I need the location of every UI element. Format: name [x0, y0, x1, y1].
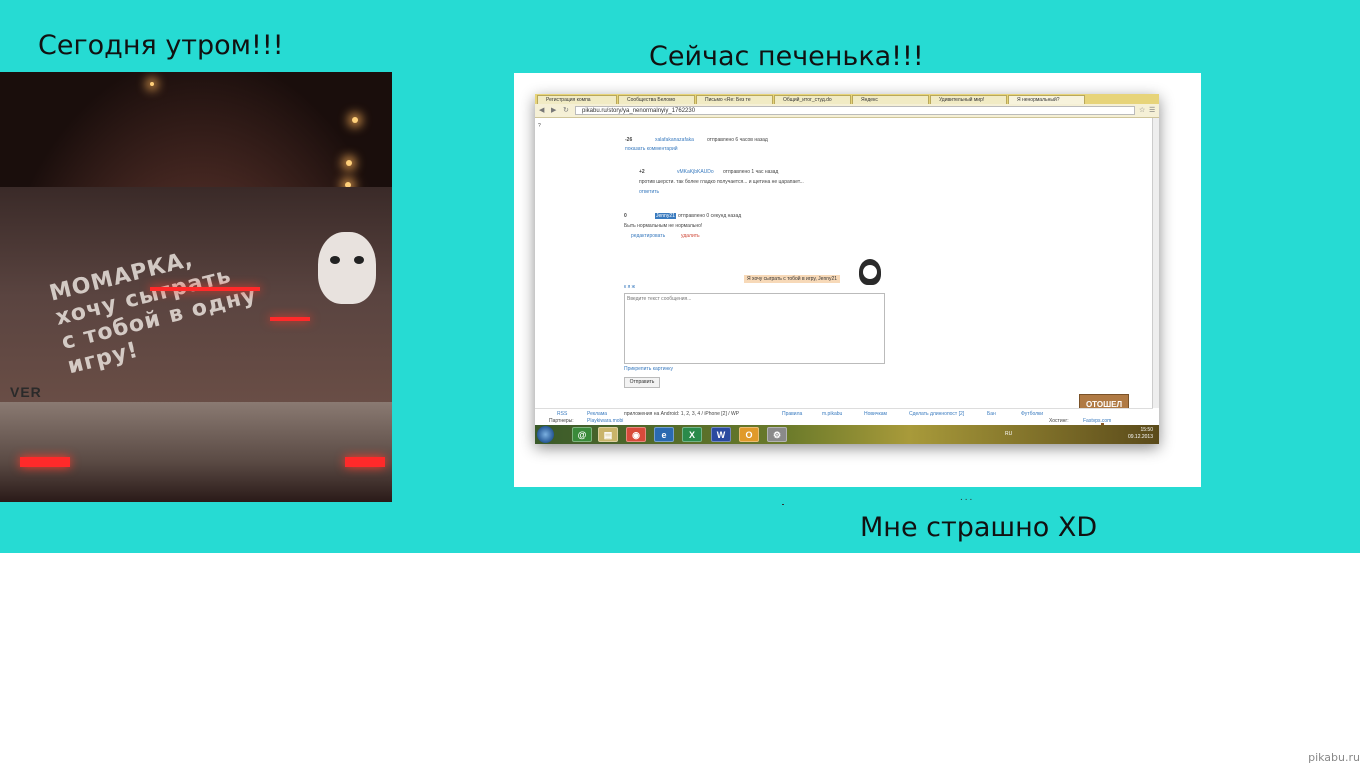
browser-tab[interactable]: Сообщества Беломо [618, 95, 695, 104]
footer-ban-link[interactable]: Бан [987, 411, 996, 417]
message-textarea[interactable]: Введите текст сообщения... [624, 293, 885, 364]
street-light [346, 160, 352, 166]
footer-partners-label: Партнеры: [549, 418, 574, 424]
windows-taskbar: @ ▤ ◉ e X W O ⚙ RU 15:50 09.12.2013 [535, 425, 1159, 444]
dots-mark: ... [960, 492, 975, 503]
url-field[interactable]: pikabu.ru/story/ya_nenormalnyiy_1762230 [575, 106, 1135, 115]
footer-longpost-link[interactable]: Сделать длиннопост [2] [909, 411, 964, 417]
clock-time: 15:50 [1140, 427, 1153, 433]
attach-image-link[interactable]: Прикрепить картинку [624, 366, 673, 372]
street-light [150, 82, 154, 86]
tick-mark [782, 504, 784, 505]
reply-link[interactable]: ответить [639, 189, 659, 195]
footer-partner-link[interactable]: Playkiwara.mobi [587, 418, 623, 424]
reload-icon[interactable]: ↻ [563, 106, 569, 114]
footer-apps[interactable]: приложения на Android: 1, 2, 3, 4 / iPho… [624, 411, 739, 417]
tail-light [20, 457, 70, 467]
comment-text: Быть нормальным не нормально! [624, 223, 703, 229]
clock-date: 09.12.2013 [1127, 434, 1153, 440]
outlook-icon[interactable]: O [739, 427, 759, 442]
system-clock[interactable]: 15:50 09.12.2013 [1128, 427, 1153, 441]
comment-meta: отправлено 6 часов назад [707, 137, 768, 143]
comment-score: +2 [639, 169, 645, 175]
address-bar-row: ◀ ▶ ↻ pikabu.ru/story/ya_nenormalnyiy_17… [535, 104, 1159, 118]
internet-explorer-icon[interactable]: e [654, 427, 674, 442]
caption-now-cookie: Сейчас печенька!!! [649, 41, 924, 72]
browser-window: Регистрация компа Сообщества Беломо Пись… [535, 94, 1159, 444]
settings-app-icon[interactable]: ⚙ [767, 427, 787, 442]
footer-mobile-link[interactable]: m.pikabu [822, 411, 842, 417]
brake-light [270, 317, 310, 321]
car-trunk [0, 402, 392, 502]
jigsaw-speech-bubble: Я хочу сыграть с тобой в игру, Jenny21 [744, 275, 841, 283]
file-explorer-icon[interactable]: ▤ [598, 427, 618, 442]
footer-rss-link[interactable]: RSS [557, 411, 567, 417]
comment-score: 0 [624, 213, 627, 219]
excel-icon[interactable]: X [682, 427, 702, 442]
show-comment-link[interactable]: показать комментарий [625, 146, 678, 152]
page-footer: RSS Реклама приложения на Android: 1, 2,… [535, 408, 1153, 424]
message-placeholder: Введите текст сообщения... [627, 296, 692, 302]
menu-icon[interactable]: ☰ [1149, 106, 1155, 114]
comment-author[interactable]: xalafakanazafaka [655, 137, 694, 143]
tail-light [345, 457, 385, 467]
browser-tab[interactable]: Яндекс [852, 95, 929, 104]
footer-hosting-label: Хостинг: [1049, 418, 1069, 424]
back-icon[interactable]: ◀ [539, 106, 544, 114]
browser-tab-strip: Регистрация компа Сообщества Беломо Пись… [535, 94, 1159, 104]
comment-author-highlight[interactable]: Jenny21 [655, 213, 676, 219]
street-light [352, 117, 358, 123]
caption-this-morning: Сегодня утром!!! [38, 30, 284, 61]
footer-newbie-link[interactable]: Новичкам [864, 411, 887, 417]
browser-tab[interactable]: Письмо «Re: Без те [696, 95, 773, 104]
browser-tab-active[interactable]: Я ненормальный? [1008, 95, 1085, 104]
comment-text: против шерсти. так более гладко получает… [639, 179, 804, 185]
page-content: ? -26 xalafakanazafaka отправлено 6 часо… [535, 118, 1153, 439]
browser-tab[interactable]: Регистрация компа [537, 95, 617, 104]
footer-hosting-link[interactable]: Fastvps.com [1083, 418, 1111, 424]
comment-score: -26 [625, 137, 633, 143]
delete-link[interactable]: удалить [681, 233, 700, 239]
footer-rules-link[interactable]: Правила [782, 411, 802, 417]
footer-ads-link[interactable]: Реклама [587, 411, 607, 417]
page-marker: ? [538, 123, 541, 129]
comment-meta: отправлено 0 секунд назад [678, 213, 742, 219]
avatar-icon [859, 259, 881, 285]
watermark: pikabu.ru [1308, 751, 1360, 764]
footer-shirts-link[interactable]: Футболки [1021, 411, 1043, 417]
brake-light [150, 287, 260, 291]
format-buttons[interactable]: к я ж [624, 284, 635, 290]
saw-puppet-mask-decal [318, 232, 376, 304]
browser-tab[interactable]: Общий_итог_студ.do [774, 95, 851, 104]
bookmark-star-icon[interactable]: ☆ [1139, 106, 1145, 114]
mail-agent-icon[interactable]: @ [572, 427, 592, 442]
comment-author[interactable]: vMKaKjbKAUDo [677, 169, 714, 175]
caption-scared: Мне страшно XD [860, 512, 1098, 543]
word-icon[interactable]: W [711, 427, 731, 442]
send-button[interactable]: Отправить [624, 377, 660, 388]
edit-link[interactable]: редактировать [631, 233, 665, 239]
emblem-text: VER [10, 384, 42, 400]
chrome-icon[interactable]: ◉ [626, 427, 646, 442]
language-indicator[interactable]: RU [1005, 431, 1012, 437]
browser-tab[interactable]: Удивительный мир! [930, 95, 1007, 104]
screenshot-frame: Регистрация компа Сообщества Беломо Пись… [514, 73, 1201, 487]
start-button-icon[interactable] [537, 426, 554, 443]
comment-meta: отправлено 1 час назад [723, 169, 779, 175]
car-rear-window-photo: МОМАРКА, хочу сыграть с тобой в одну игр… [0, 72, 392, 502]
forward-icon[interactable]: ▶ [551, 106, 556, 114]
scrollbar[interactable] [1152, 118, 1159, 408]
